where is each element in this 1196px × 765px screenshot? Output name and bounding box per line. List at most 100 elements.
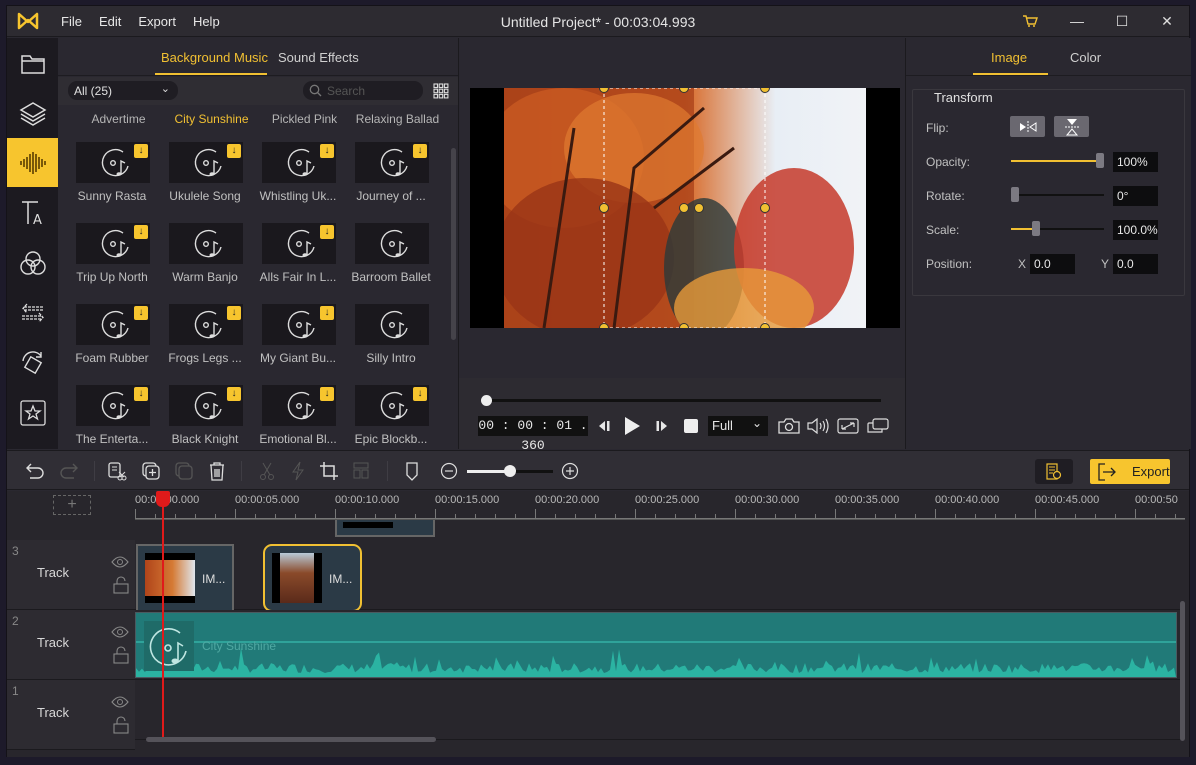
sidebar-item-layers[interactable] <box>7 88 58 137</box>
download-icon[interactable]: ↓ <box>134 306 148 320</box>
music-item[interactable]: ↓ Frogs Legs ... <box>151 292 244 373</box>
eye-icon[interactable] <box>111 626 129 638</box>
playhead[interactable] <box>162 491 164 741</box>
music-item[interactable]: ↓ Foam Rubber <box>58 292 151 373</box>
download-icon[interactable]: ↓ <box>227 387 241 401</box>
timeline-ruler[interactable]: 00:00:00.00000:00:05.00000:00:10.00000:0… <box>135 491 1185 519</box>
menu-edit[interactable]: Edit <box>99 14 121 29</box>
sidebar-item-transitions[interactable] <box>7 288 58 337</box>
opacity-slider-handle[interactable] <box>1096 153 1104 168</box>
sidebar-item-filters[interactable] <box>7 238 58 287</box>
download-icon[interactable]: ↓ <box>134 144 148 158</box>
snapshot-button[interactable] <box>777 416 801 436</box>
split-button[interactable] <box>256 460 278 482</box>
tab-sound-effects[interactable]: Sound Effects <box>278 50 359 65</box>
video-clip-selected[interactable]: IM... <box>263 544 362 612</box>
position-x-field[interactable]: 0.0 <box>1030 254 1075 274</box>
music-item[interactable]: ↓ Sunny Rasta <box>58 130 151 211</box>
mosaic-button[interactable] <box>351 460 373 482</box>
maximize-button[interactable]: ☐ <box>1111 11 1133 31</box>
download-icon[interactable]: ↓ <box>320 306 334 320</box>
music-item[interactable]: Warm Banjo <box>151 211 244 292</box>
overview-window[interactable] <box>335 520 435 537</box>
download-icon[interactable]: ↓ <box>227 306 241 320</box>
unlock-icon[interactable] <box>113 576 129 594</box>
rotate-slider[interactable] <box>1011 187 1104 202</box>
prev-frame-button[interactable] <box>594 416 614 436</box>
redo-button[interactable] <box>58 460 80 482</box>
fullscreen-button[interactable] <box>836 416 860 436</box>
timeline-zoom-handle[interactable] <box>504 465 516 477</box>
download-icon[interactable]: ↓ <box>320 225 334 239</box>
category-city-sunshine[interactable]: City Sunshine <box>165 112 258 126</box>
zoom-in-button[interactable] <box>559 460 581 482</box>
music-item[interactable]: ↓ The Enterta... <box>58 373 151 454</box>
crop-button[interactable] <box>318 460 340 482</box>
minimize-button[interactable]: — <box>1066 11 1088 31</box>
music-item[interactable]: ↓ Epic Blockb... <box>337 373 430 454</box>
menu-export[interactable]: Export <box>138 14 176 29</box>
music-item[interactable]: ↓ Alls Fair In L... <box>244 211 337 292</box>
eye-icon[interactable] <box>111 556 129 568</box>
tab-background-music[interactable]: Background Music <box>161 50 268 65</box>
position-y-field[interactable]: 0.0 <box>1113 254 1158 274</box>
playhead-handle[interactable] <box>156 491 170 507</box>
music-item[interactable]: Silly Intro <box>337 292 430 373</box>
music-item[interactable]: ↓ Emotional Bl... <box>244 373 337 454</box>
category-filter-dropdown[interactable]: All (25) ⌄ <box>68 81 178 100</box>
add-track-button[interactable]: + <box>53 495 91 515</box>
delete-button[interactable] <box>206 460 228 482</box>
grid-view-icon[interactable] <box>433 83 449 99</box>
unlock-icon[interactable] <box>113 716 129 734</box>
flip-horizontal-button[interactable] <box>1010 116 1045 137</box>
tab-color[interactable]: Color <box>1070 50 1101 65</box>
download-icon[interactable]: ↓ <box>227 144 241 158</box>
video-clip[interactable]: IM... <box>136 544 234 612</box>
play-button[interactable] <box>620 416 644 436</box>
music-item[interactable]: ↓ Ukulele Song <box>151 130 244 211</box>
download-icon[interactable]: ↓ <box>413 387 427 401</box>
preview-zoom-dropdown[interactable]: Full ⌄ <box>708 416 768 436</box>
volume-button[interactable] <box>806 416 830 436</box>
opacity-value-field[interactable]: 100% <box>1113 152 1158 172</box>
timeline-zoom-slider[interactable] <box>467 465 553 477</box>
scale-value-field[interactable]: 100.0% <box>1113 220 1158 240</box>
detach-audio-button[interactable] <box>106 460 128 482</box>
seek-bar[interactable] <box>485 399 881 402</box>
export-button[interactable]: Export <box>1090 459 1170 484</box>
download-icon[interactable]: ↓ <box>320 144 334 158</box>
category-pickled-pink[interactable]: Pickled Pink <box>258 112 351 126</box>
stop-button[interactable] <box>681 416 701 436</box>
sidebar-item-motion[interactable] <box>7 338 58 387</box>
library-scrollbar[interactable] <box>451 148 456 340</box>
add-button[interactable] <box>140 460 162 482</box>
music-item[interactable]: ↓ My Giant Bu... <box>244 292 337 373</box>
scale-slider[interactable] <box>1011 221 1104 236</box>
download-icon[interactable]: ↓ <box>320 387 334 401</box>
audio-clip[interactable]: City Sunshine <box>135 612 1177 678</box>
rotate-value-field[interactable]: 0° <box>1113 186 1158 206</box>
music-item[interactable]: ↓ Black Knight <box>151 373 244 454</box>
flip-vertical-button[interactable] <box>1054 116 1089 137</box>
music-item[interactable]: ↓ Whistling Uk... <box>244 130 337 211</box>
menu-help[interactable]: Help <box>193 14 220 29</box>
speed-button[interactable] <box>287 460 309 482</box>
marker-button[interactable] <box>401 460 423 482</box>
close-button[interactable]: ✕ <box>1156 11 1178 31</box>
menu-file[interactable]: File <box>61 14 82 29</box>
cart-button[interactable] <box>1019 11 1041 31</box>
tab-image[interactable]: Image <box>991 50 1027 65</box>
sidebar-item-media[interactable] <box>7 39 58 88</box>
download-icon[interactable]: ↓ <box>134 225 148 239</box>
unlock-icon[interactable] <box>113 646 129 664</box>
music-item[interactable]: ↓ Trip Up North <box>58 211 151 292</box>
download-icon[interactable]: ↓ <box>413 144 427 158</box>
sidebar-item-elements[interactable] <box>7 388 58 437</box>
category-relaxing-ballad[interactable]: Relaxing Ballad <box>351 112 444 126</box>
seek-handle[interactable] <box>481 395 492 406</box>
music-item[interactable]: Barroom Ballet <box>337 211 431 292</box>
scale-slider-handle[interactable] <box>1032 221 1041 236</box>
search-input[interactable]: Search <box>303 81 423 100</box>
duplicate-button[interactable] <box>173 460 195 482</box>
category-advertime[interactable]: Advertime <box>72 112 165 126</box>
